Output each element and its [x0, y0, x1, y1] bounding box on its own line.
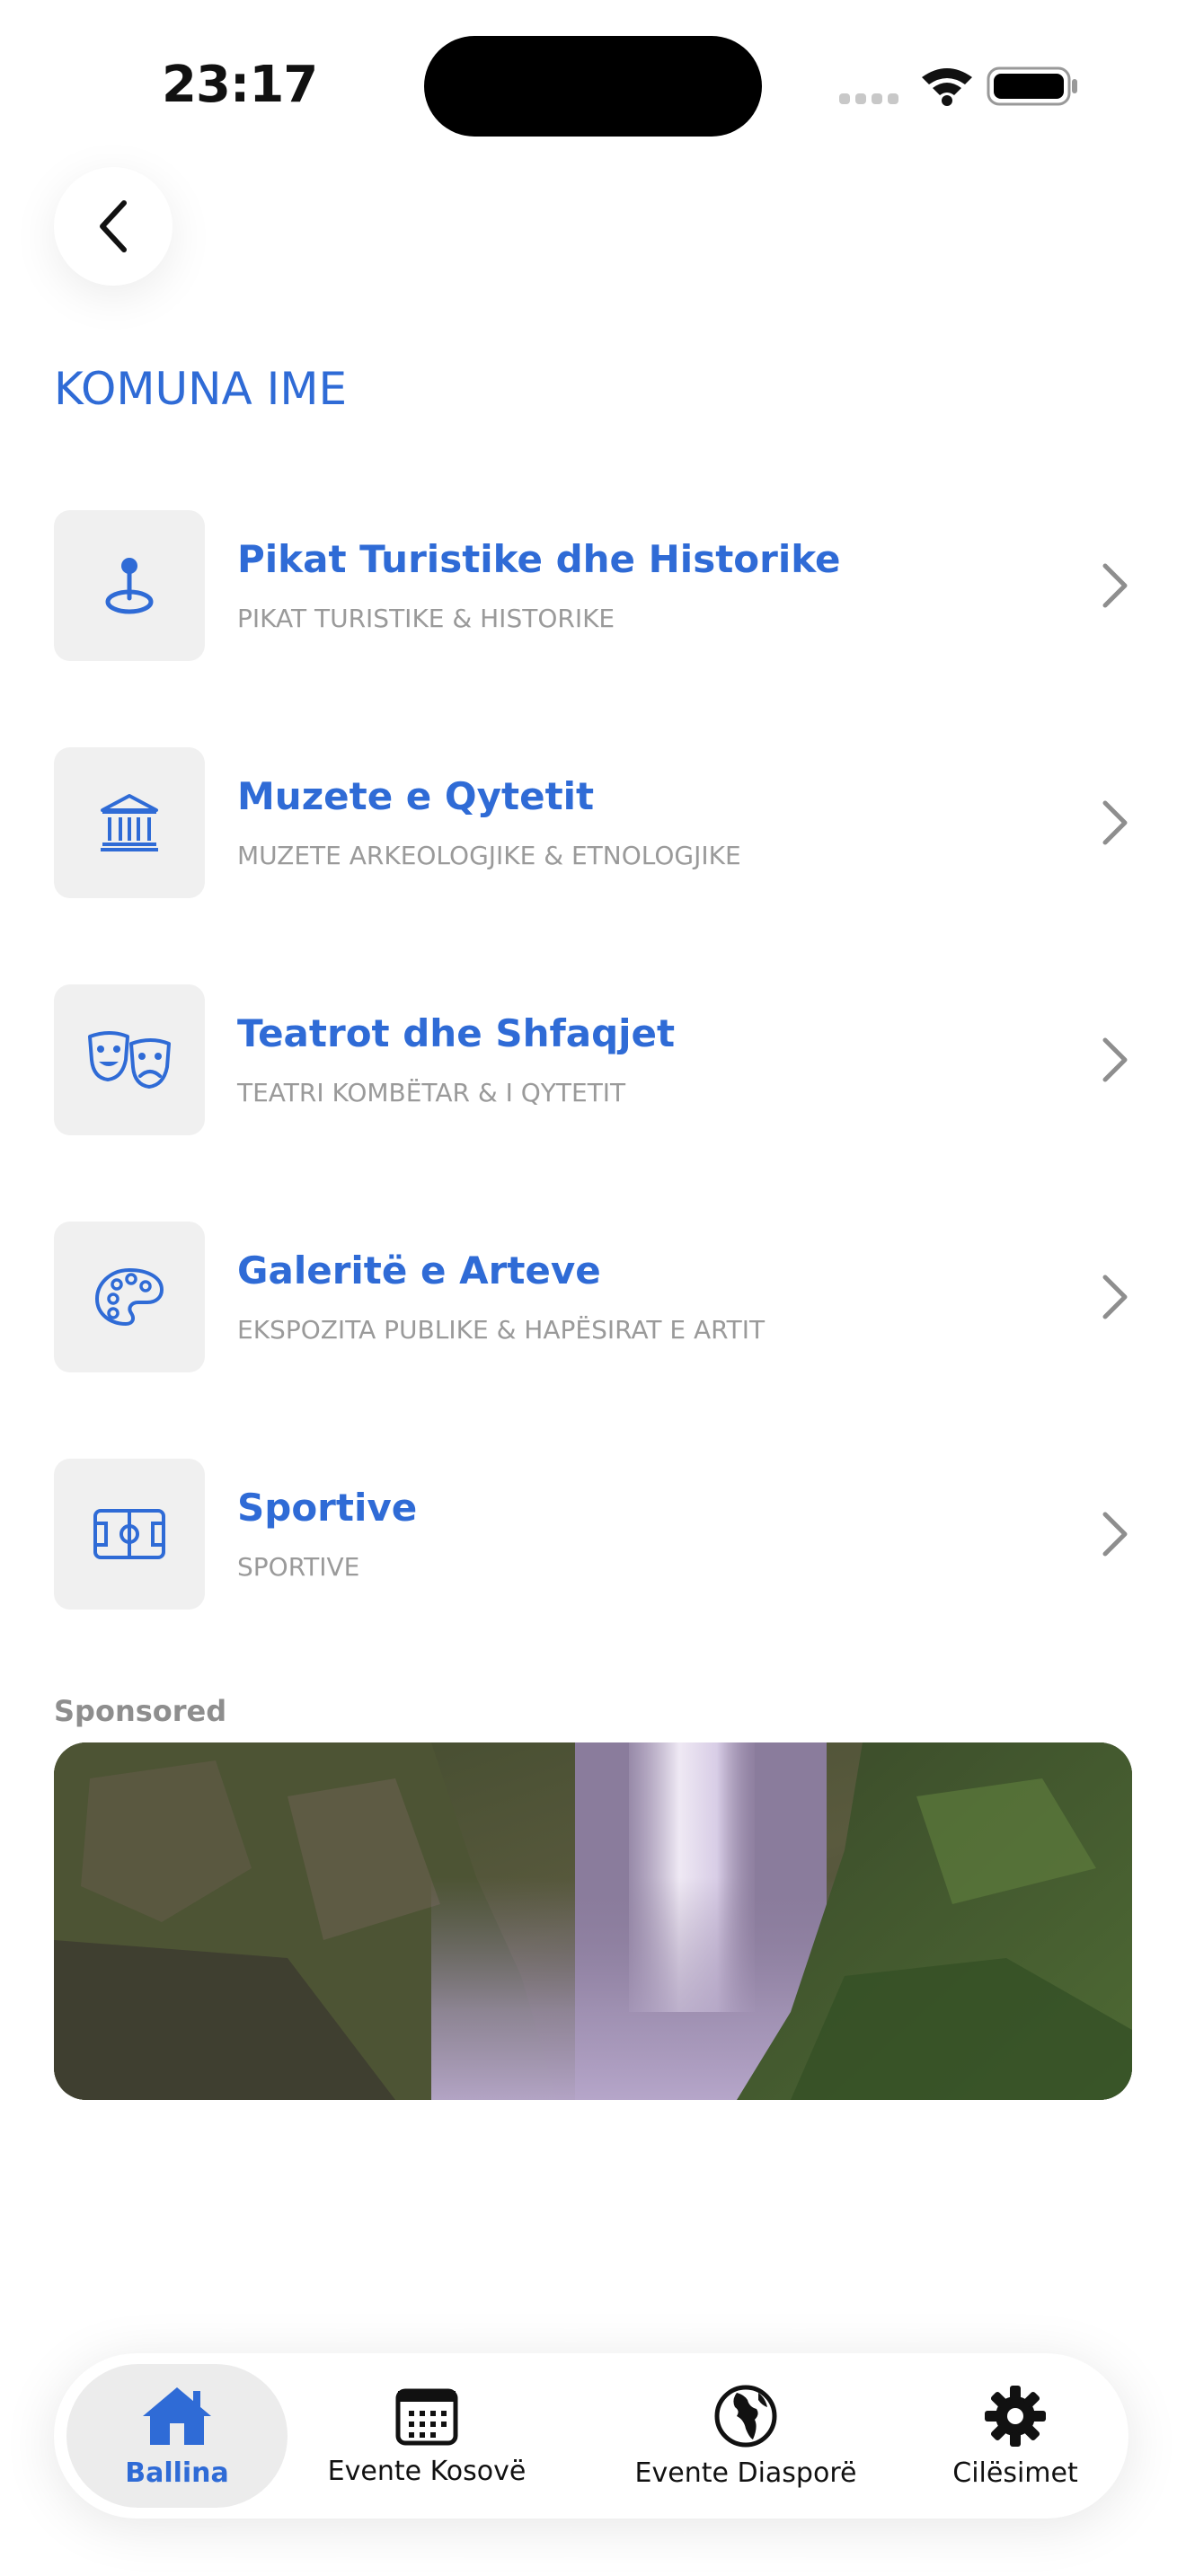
screen: 23:17 KOMUNA IME Pikat Turistike dhe His… — [0, 0, 1186, 2576]
theater-masks-icon — [88, 1031, 171, 1089]
map-pin-icon — [105, 558, 154, 614]
dynamic-island — [424, 36, 762, 137]
tab-label: Ballina — [125, 2457, 229, 2489]
sports-field-icon — [93, 1509, 165, 1559]
cellular-signal-icon — [839, 93, 898, 104]
icon-box — [54, 1459, 205, 1610]
list-item-title: Pikat Turistike dhe Historike — [237, 537, 841, 581]
tab-ballina[interactable]: Ballina — [66, 2364, 288, 2508]
home-icon — [143, 2386, 211, 2445]
icon-box — [54, 747, 205, 898]
tab-evente-kosove[interactable]: Evente Kosovë — [314, 2364, 539, 2508]
globe-icon — [714, 2385, 777, 2447]
sponsored-label: Sponsored — [54, 1694, 227, 1728]
icon-box — [54, 984, 205, 1135]
category-list: Pikat Turistike dhe Historike PIKAT TURI… — [54, 510, 1132, 1696]
list-item-sports[interactable]: Sportive SPORTIVE — [54, 1459, 1132, 1696]
calendar-icon — [395, 2388, 458, 2445]
list-item-title: Teatrot dhe Shfaqjet — [237, 1011, 676, 1055]
tab-bar: Ballina Evente Kosovë Evente Diasporë Ci… — [54, 2353, 1128, 2519]
status-icons — [839, 66, 1077, 106]
battery-icon — [987, 66, 1077, 106]
status-time: 23:17 — [162, 56, 318, 114]
list-item-title: Galeritë e Arteve — [237, 1248, 601, 1292]
chevron-right-icon — [1102, 800, 1128, 845]
gear-icon — [985, 2385, 1046, 2447]
back-button[interactable] — [54, 167, 173, 286]
list-item-subtitle: TEATRI KOMBËTAR & I QYTETIT — [237, 1078, 626, 1107]
chevron-left-icon — [100, 200, 127, 252]
tab-label: Evente Diasporë — [634, 2457, 857, 2489]
list-item-subtitle: SPORTIVE — [237, 1552, 360, 1582]
list-item-subtitle: PIKAT TURISTIKE & HISTORIKE — [237, 604, 615, 633]
list-item-subtitle: EKSPOZITA PUBLIKE & HAPËSIRAT E ARTIT — [237, 1315, 766, 1345]
page-title: KOMUNA IME — [54, 363, 348, 415]
icon-box — [54, 1222, 205, 1372]
chevron-right-icon — [1102, 1037, 1128, 1082]
museum-icon — [101, 794, 158, 851]
chevron-right-icon — [1102, 563, 1128, 608]
list-item-subtitle: MUZETE ARKEOLOGJIKE & ETNOLOGJIKE — [237, 841, 741, 870]
tab-label: Evente Kosovë — [327, 2455, 527, 2487]
tab-cilesimet[interactable]: Cilësimet — [916, 2364, 1114, 2508]
palette-icon — [95, 1268, 164, 1326]
list-item-galleries[interactable]: Galeritë e Arteve EKSPOZITA PUBLIKE & HA… — [54, 1222, 1132, 1459]
icon-box — [54, 510, 205, 661]
chevron-right-icon — [1102, 1275, 1128, 1319]
sponsored-banner-image[interactable] — [54, 1742, 1132, 2100]
list-item-tourist-points[interactable]: Pikat Turistike dhe Historike PIKAT TURI… — [54, 510, 1132, 747]
list-item-title: Muzete e Qytetit — [237, 774, 595, 818]
chevron-right-icon — [1102, 1512, 1128, 1557]
tab-evente-diaspore[interactable]: Evente Diasporë — [611, 2364, 881, 2508]
list-item-title: Sportive — [237, 1486, 418, 1530]
wifi-icon — [922, 68, 972, 106]
tab-label: Cilësimet — [952, 2457, 1078, 2489]
list-item-theaters[interactable]: Teatrot dhe Shfaqjet TEATRI KOMBËTAR & I… — [54, 984, 1132, 1222]
waterfall-image — [54, 1742, 1132, 2100]
list-item-museums[interactable]: Muzete e Qytetit MUZETE ARKEOLOGJIKE & E… — [54, 747, 1132, 984]
